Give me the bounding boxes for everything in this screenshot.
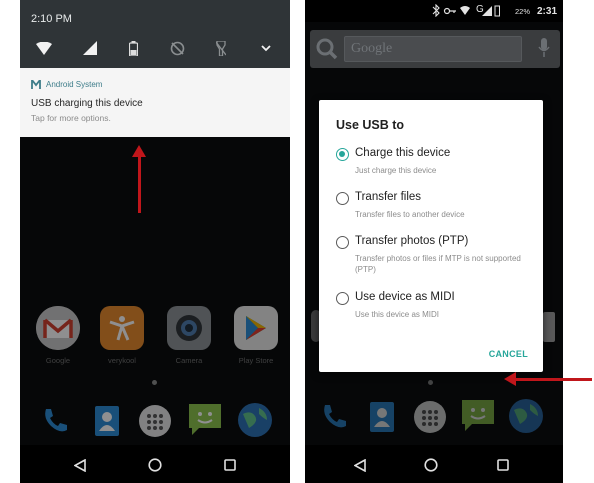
chevron-down-icon[interactable]	[256, 38, 276, 58]
notification-app-name: Android System	[46, 80, 103, 89]
phone-icon[interactable]	[315, 398, 353, 436]
navigation-bar	[20, 445, 290, 483]
use-usb-dialog: Use USB to Charge this device Just charg…	[319, 100, 543, 372]
app-label: Play Store	[238, 356, 274, 365]
network-type: G	[476, 4, 484, 15]
option-subtitle: Just charge this device	[355, 166, 437, 175]
page-indicator-dot	[428, 380, 433, 385]
search-icon	[316, 38, 338, 60]
radio-button[interactable]	[336, 192, 349, 205]
contacts-icon[interactable]	[363, 398, 401, 436]
back-icon[interactable]	[70, 455, 90, 475]
right-phone-screen: G 22% 2:31 Google Use USB to Charge this…	[305, 0, 563, 483]
radio-button[interactable]	[336, 292, 349, 305]
app-label: verykool	[108, 356, 136, 365]
navigation-bar	[305, 445, 563, 483]
option-subtitle: Use this device as MIDI	[355, 310, 440, 319]
option-title: Transfer photos (PTP)	[355, 235, 469, 247]
cancel-button[interactable]: CANCEL	[489, 349, 528, 359]
camera-icon	[167, 306, 211, 350]
option-title: Transfer files	[355, 191, 422, 203]
notification-title: USB charging this device	[31, 98, 143, 109]
option-title: Use device as MIDI	[355, 291, 455, 303]
quick-settings-row	[20, 38, 290, 58]
app-icon-peek-right	[543, 312, 555, 342]
google-search-widget[interactable]: Google	[310, 30, 560, 68]
rotation-lock-icon[interactable]	[167, 38, 187, 58]
status-time: 2:31	[536, 6, 557, 17]
battery-percent: 22%	[514, 7, 530, 16]
phone-icon[interactable]	[36, 402, 74, 440]
app-play-store[interactable]: Play Store	[232, 306, 280, 365]
contacts-icon[interactable]	[88, 402, 126, 440]
key-icon	[443, 7, 456, 15]
search-input[interactable]: Google	[344, 36, 522, 62]
app-camera[interactable]: Camera	[165, 306, 213, 365]
bluetooth-icon	[432, 3, 440, 18]
notification-subtitle: Tap for more options.	[31, 113, 111, 123]
status-icons	[430, 3, 500, 19]
annotation-arrow-up	[132, 145, 146, 213]
back-icon[interactable]	[350, 455, 370, 475]
battery-icon	[494, 5, 500, 17]
wifi-icon[interactable]	[34, 38, 54, 58]
app-drawer-icon[interactable]	[411, 398, 449, 436]
notification-shade-header: 2:10 PM	[20, 0, 290, 68]
mic-icon[interactable]	[538, 38, 550, 58]
home-icon[interactable]	[421, 455, 441, 475]
radio-button-selected[interactable]	[336, 148, 349, 161]
browser-icon[interactable]	[507, 397, 545, 435]
app-google[interactable]: Google	[34, 306, 82, 365]
battery-icon[interactable]	[123, 38, 143, 58]
option-title: Charge this device	[355, 147, 451, 159]
radio-button[interactable]	[336, 236, 349, 249]
recents-icon[interactable]	[493, 455, 513, 475]
browser-icon[interactable]	[236, 401, 274, 439]
recents-icon[interactable]	[220, 455, 240, 475]
app-label: Camera	[175, 356, 203, 365]
cellular-signal-icon[interactable]	[80, 38, 100, 58]
messaging-icon[interactable]	[459, 396, 497, 434]
app-drawer-icon[interactable]	[136, 402, 174, 440]
left-phone-screen: 2:10 PM Android System USB charging this…	[20, 0, 290, 483]
messaging-icon[interactable]	[186, 400, 224, 438]
verykool-icon	[100, 306, 144, 350]
option-subtitle: Transfer files to another device	[355, 210, 465, 219]
page-indicator-dot	[152, 380, 157, 385]
usb-charging-notification[interactable]: Android System USB charging this device …	[20, 68, 290, 137]
annotation-arrow-left	[504, 372, 592, 386]
app-label: Google	[45, 356, 71, 365]
app-verykool[interactable]: verykool	[98, 306, 146, 365]
status-bar: G 22% 2:31	[305, 0, 563, 22]
flashlight-icon[interactable]	[211, 38, 231, 58]
dialog-title: Use USB to	[336, 118, 405, 132]
wifi-icon	[460, 6, 470, 15]
notification-app-row: Android System	[31, 80, 102, 89]
option-subtitle: Transfer photos or files if MTP is not s…	[355, 254, 521, 274]
android-system-icon	[31, 80, 41, 89]
home-icon[interactable]	[145, 455, 165, 475]
shade-time: 2:10 PM	[31, 13, 72, 25]
play-store-icon	[234, 306, 278, 350]
gmail-icon	[36, 306, 80, 350]
